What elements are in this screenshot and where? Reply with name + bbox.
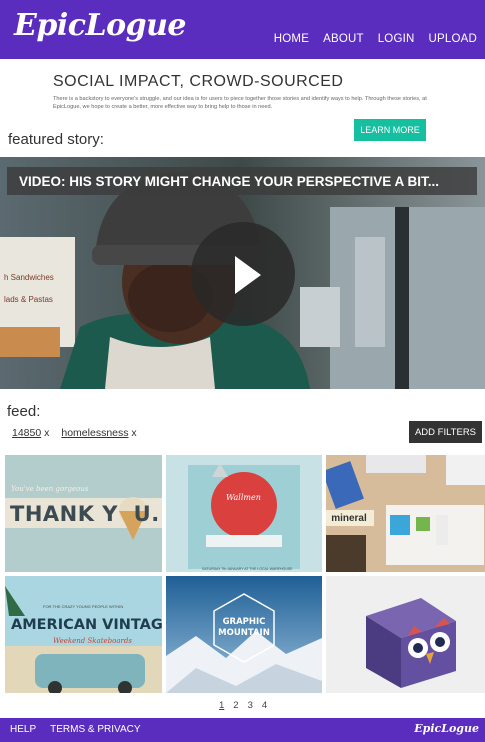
video-title-overlay: VIDEO: HIS STORY MIGHT CHANGE YOUR PERSP… [7, 167, 477, 195]
feed-tile-thank-you[interactable]: You've been gorgeous THANK Y U. [5, 455, 162, 572]
footer-bar: HELP TERMS & PRIVACY EpicLogue [0, 718, 485, 742]
shop-sign-text: h Sandwiches [4, 273, 54, 282]
play-icon [235, 256, 261, 294]
feed-tile-mineral[interactable]: mineral [326, 455, 485, 572]
logo[interactable]: EpicLogue [14, 8, 186, 43]
play-button[interactable] [191, 222, 295, 326]
nav-login[interactable]: LOGIN [378, 33, 415, 45]
tile-image [166, 455, 322, 572]
nav-home[interactable]: HOME [274, 33, 309, 45]
feed-tile-graphic-mountain[interactable]: GRAPHIC MOUNTAIN [166, 576, 322, 693]
page-link[interactable]: 2 [233, 700, 238, 711]
tile-label-text: mineral [326, 510, 374, 526]
main-nav: HOME ABOUT LOGIN UPLOAD [274, 33, 477, 45]
footer-terms-link[interactable]: TERMS & PRIVACY [50, 724, 140, 735]
page-link[interactable]: 1 [219, 700, 224, 711]
intro-title: SOCIAL IMPACT, CROWD-SOURCED [53, 73, 344, 90]
page-link[interactable]: 3 [248, 700, 253, 711]
tile-tagline-text: FOR THE CRAZY YOUNG PEOPLE WITHIN [43, 604, 124, 609]
footer-links: HELP TERMS & PRIVACY [10, 724, 141, 735]
feed-label: feed: [7, 403, 41, 420]
nav-about[interactable]: ABOUT [323, 33, 364, 45]
add-filters-button[interactable]: ADD FILTERS [409, 421, 482, 443]
tile-headline: AMERICAN VINTAGE [11, 617, 162, 633]
tag-text[interactable]: homelessness [61, 427, 128, 439]
tile-image [326, 576, 485, 693]
top-nav-bar: EpicLogue HOME ABOUT LOGIN UPLOAD [0, 0, 485, 59]
pagination: 1 2 3 4 [219, 700, 267, 711]
featured-story-label: featured story: [8, 131, 104, 148]
tile-headline: GRAPHIC [222, 617, 266, 627]
tag-text[interactable]: 14850 [12, 427, 41, 439]
learn-more-button[interactable]: LEARN MORE [354, 119, 426, 141]
feed-tile-wallmen[interactable]: Wallmen SATURDAY 7th JANUARY AT THE LOCA… [166, 455, 322, 572]
tile-script-text: You've been gorgeous [11, 485, 89, 493]
tag-remove-icon[interactable]: x [131, 427, 136, 439]
tile-headline: THANK Y U. [10, 502, 160, 526]
intro-text: There is a backstory to everyone's strug… [53, 96, 427, 110]
tile-image [5, 576, 162, 693]
page-link[interactable]: 4 [262, 700, 267, 711]
tile-title-text: Wallmen [226, 493, 261, 502]
footer-logo: EpicLogue [414, 722, 479, 735]
tag-chip: homelessness x [61, 427, 136, 439]
footer-help-link[interactable]: HELP [10, 724, 36, 735]
tile-subtitle-text: Weekend Skateboards [53, 637, 132, 645]
active-tags: 14850 x homelessness x [12, 427, 137, 439]
feed-tile-owl-cube[interactable] [326, 576, 485, 693]
feed-tile-american-vintage[interactable]: FOR THE CRAZY YOUNG PEOPLE WITHIN AMERIC… [5, 576, 162, 693]
tile-caption-text: SATURDAY 7th JANUARY AT THE LOCAL WAREHO… [202, 567, 293, 571]
tag-remove-icon[interactable]: x [44, 427, 49, 439]
tag-chip: 14850 x [12, 427, 49, 439]
shop-sign-text: lads & Pastas [4, 295, 53, 304]
nav-upload[interactable]: UPLOAD [429, 33, 478, 45]
tile-headline: MOUNTAIN [218, 628, 270, 638]
